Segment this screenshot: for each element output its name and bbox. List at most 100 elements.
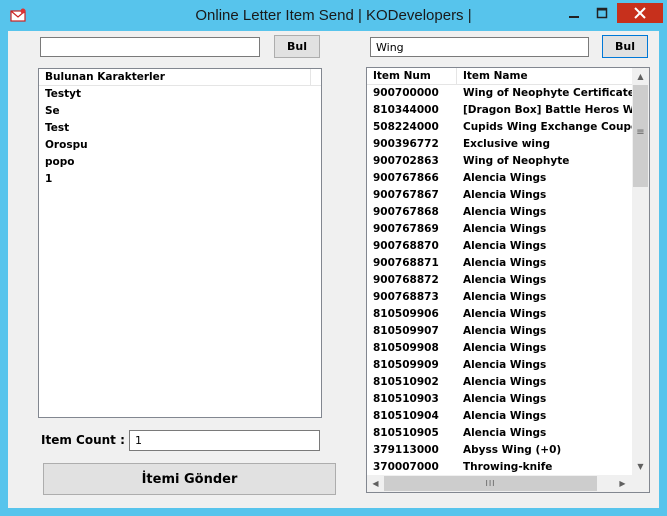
item-num-cell: 900700000	[373, 87, 439, 99]
close-button[interactable]	[617, 3, 663, 23]
item-row[interactable]: 900768870 Alencia Wings	[367, 238, 632, 255]
item-row[interactable]: 900767867 Alencia Wings	[367, 187, 632, 204]
maximize-button[interactable]	[589, 3, 615, 23]
item-num-cell: 508224000	[373, 121, 439, 133]
item-row[interactable]: 508224000 Cupids Wing Exchange Coupon	[367, 119, 632, 136]
item-row[interactable]: 810509906 Alencia Wings	[367, 306, 632, 323]
item-row[interactable]: 810510903 Alencia Wings	[367, 391, 632, 408]
item-list[interactable]: Item Num Item Name 900700000 Wing of Neop…	[366, 67, 650, 493]
item-name-cell: Alencia Wings	[463, 410, 547, 422]
item-name-cell: Alencia Wings	[463, 240, 547, 252]
item-name-cell: Wing of Neophyte	[463, 155, 570, 167]
title-bar[interactable]: Online Letter Item Send | KODevelopers |	[0, 0, 667, 31]
item-row[interactable]: 900702863 Wing of Neophyte	[367, 153, 632, 170]
item-row[interactable]: 379113000 Abyss Wing (+0)	[367, 442, 632, 459]
item-list-vscrollbar[interactable]: ▲ ≡ ▼	[632, 68, 649, 475]
item-list-hscrollbar[interactable]: ◀ III ▶	[367, 475, 632, 492]
item-name-cell: Wing of Neophyte Certificate	[463, 87, 632, 99]
client-area: Bul Bul Bulunan Karakterler Testyt Se Test…	[8, 31, 659, 508]
item-name-cell: [Dragon Box] Battle Heros Wing	[463, 104, 632, 116]
item-num-cell: 810509909	[373, 359, 439, 371]
item-row[interactable]: 370007000 Throwing-knife	[367, 459, 632, 476]
character-list[interactable]: Bulunan Karakterler Testyt Se Test Orospu po…	[38, 68, 322, 418]
item-num-cell: 810510904	[373, 410, 439, 422]
item-num-cell: 810510903	[373, 393, 439, 405]
item-num-cell: 810510905	[373, 427, 439, 439]
item-num-cell: 810509907	[373, 325, 439, 337]
item-name-cell: Alencia Wings	[463, 257, 547, 269]
scroll-grip-icon: ≡	[636, 127, 645, 138]
item-num-cell: 900768873	[373, 291, 439, 303]
item-row[interactable]: 900768871 Alencia Wings	[367, 255, 632, 272]
item-row[interactable]: 900768873 Alencia Wings	[367, 289, 632, 306]
item-name-cell: Throwing-knife	[463, 461, 553, 473]
column-header-characters[interactable]: Bulunan Karakterler	[39, 69, 311, 85]
item-row[interactable]: 900767868 Alencia Wings	[367, 204, 632, 221]
item-row[interactable]: 900396772 Exclusive wing	[367, 136, 632, 153]
character-name: 1	[45, 173, 53, 185]
column-header-item-num[interactable]: Item Num	[367, 68, 457, 84]
item-list-header: Item Num Item Name	[367, 68, 632, 85]
character-name: Testyt	[45, 88, 82, 100]
minimize-icon	[569, 16, 579, 18]
hscroll-thumb[interactable]: III	[384, 476, 597, 491]
item-num-cell: 900767866	[373, 172, 439, 184]
vscroll-thumb[interactable]: ≡	[633, 85, 648, 187]
item-row[interactable]: 810509908 Alencia Wings	[367, 340, 632, 357]
item-num-cell: 810510902	[373, 376, 439, 388]
item-num-cell: 900702863	[373, 155, 439, 167]
character-name: popo	[45, 156, 75, 168]
item-num-cell: 900768871	[373, 257, 439, 269]
item-name-cell: Alencia Wings	[463, 274, 547, 286]
item-row[interactable]: 810510905 Alencia Wings	[367, 425, 632, 442]
character-search-input[interactable]	[40, 37, 260, 57]
character-name: Se	[45, 105, 60, 117]
item-name-cell: Alencia Wings	[463, 427, 547, 439]
item-num-cell: 900768870	[373, 240, 439, 252]
item-num-cell: 810344000	[373, 104, 439, 116]
item-name-cell: Alencia Wings	[463, 393, 547, 405]
item-name-cell: Alencia Wings	[463, 189, 547, 201]
item-row[interactable]: 900767869 Alencia Wings	[367, 221, 632, 238]
character-list-header: Bulunan Karakterler	[39, 69, 321, 86]
item-row[interactable]: 900700000 Wing of Neophyte Certificate	[367, 85, 632, 102]
item-num-cell: 370007000	[373, 461, 439, 473]
item-row[interactable]: 900767866 Alencia Wings	[367, 170, 632, 187]
item-row[interactable]: 900768872 Alencia Wings	[367, 272, 632, 289]
scroll-left-arrow-icon[interactable]: ◀	[367, 475, 384, 492]
send-item-button[interactable]: İtemi Gönder	[43, 463, 336, 495]
item-num-cell: 900768872	[373, 274, 439, 286]
item-name-cell: Alencia Wings	[463, 359, 547, 371]
app-window: Online Letter Item Send | KODevelopers |…	[0, 0, 667, 516]
column-header-item-name[interactable]: Item Name	[457, 68, 632, 84]
item-search-button[interactable]: Bul	[602, 35, 648, 58]
scroll-down-arrow-icon[interactable]: ▼	[632, 458, 649, 475]
item-row[interactable]: 810344000 [Dragon Box] Battle Heros Wing	[367, 102, 632, 119]
item-num-cell: 379113000	[373, 444, 439, 456]
item-name-cell: Alencia Wings	[463, 206, 547, 218]
item-name-cell: Alencia Wings	[463, 308, 547, 320]
item-name-cell: Alencia Wings	[463, 376, 547, 388]
character-name: Test	[45, 122, 70, 134]
item-name-cell: Alencia Wings	[463, 291, 547, 303]
item-search-input[interactable]	[370, 37, 589, 57]
item-num-cell: 900767869	[373, 223, 439, 235]
item-count-label: Item Count :	[41, 433, 125, 447]
scroll-right-arrow-icon[interactable]: ▶	[614, 475, 631, 492]
item-row[interactable]: 810510902 Alencia Wings	[367, 374, 632, 391]
hscroll-grip-icon: III	[485, 479, 496, 488]
item-num-cell: 900767868	[373, 206, 439, 218]
item-row[interactable]: 810509907 Alencia Wings	[367, 323, 632, 340]
item-row[interactable]: 810509909 Alencia Wings	[367, 357, 632, 374]
item-name-cell: Exclusive wing	[463, 138, 551, 150]
item-name-cell: Cupids Wing Exchange Coupon	[463, 121, 632, 133]
scroll-up-arrow-icon[interactable]: ▲	[632, 68, 649, 85]
item-name-cell: Abyss Wing (+0)	[463, 444, 562, 456]
item-name-cell: Alencia Wings	[463, 172, 547, 184]
item-row[interactable]: 810510904 Alencia Wings	[367, 408, 632, 425]
minimize-button[interactable]	[561, 3, 587, 23]
item-num-cell: 900767867	[373, 189, 439, 201]
character-search-button[interactable]: Bul	[274, 35, 320, 58]
item-name-cell: Alencia Wings	[463, 342, 547, 354]
item-count-input[interactable]	[129, 430, 320, 451]
